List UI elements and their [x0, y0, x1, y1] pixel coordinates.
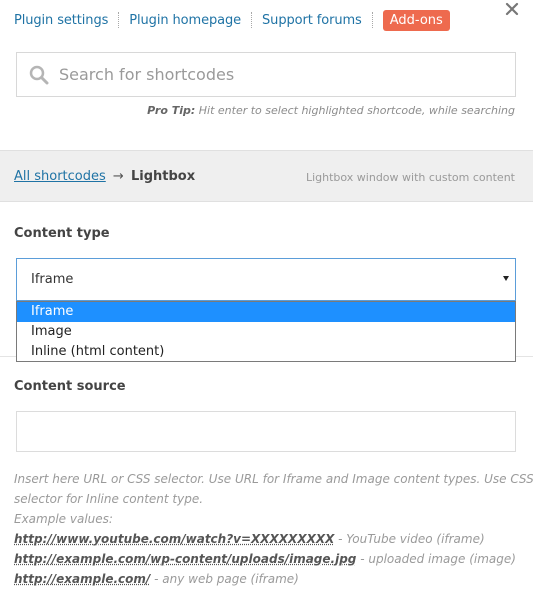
- content-type-value: Iframe: [31, 272, 74, 287]
- content-type-label: Content type: [14, 226, 110, 241]
- content-type-select[interactable]: Iframe: [16, 258, 516, 301]
- breadcrumb: All shortcodes → Lightbox: [14, 169, 195, 184]
- example-desc: - uploaded image (image): [356, 552, 516, 566]
- breadcrumb-current: Lightbox: [130, 169, 196, 184]
- example-desc: - YouTube video (iframe): [334, 532, 485, 546]
- dropdown-option-inline[interactable]: Inline (html content): [17, 342, 515, 362]
- pro-tip-text: Hit enter to select highlighted shortcod…: [195, 104, 515, 117]
- help-text-line: Insert here URL or CSS selector. Use URL…: [14, 472, 533, 486]
- example-url[interactable]: http://www.youtube.com/watch?v=XXXXXXXXX: [14, 532, 334, 546]
- support-forums-link[interactable]: Support forums: [262, 13, 362, 28]
- link-separator: [251, 12, 253, 28]
- pro-tip-label: Pro Tip:: [147, 104, 196, 117]
- example-url[interactable]: http://example.com/wp-content/uploads/im…: [14, 552, 356, 566]
- content-type-dropdown: Iframe Image Inline (html content): [16, 301, 516, 362]
- examples-label: Example values:: [14, 512, 113, 526]
- help-text-line: selector for Inline content type.: [14, 492, 204, 506]
- link-separator: [371, 12, 373, 28]
- shortcode-description: Lightbox window with custom content: [305, 171, 515, 184]
- example-url[interactable]: http://example.com/: [14, 572, 150, 586]
- plugin-settings-link[interactable]: Plugin settings: [14, 13, 108, 28]
- top-links: Plugin settings Plugin homepage Support …: [14, 8, 450, 32]
- breadcrumb-arrow: →: [112, 169, 124, 184]
- chevron-down-icon: [503, 276, 509, 281]
- example-item: http://example.com/wp-content/uploads/im…: [14, 549, 519, 569]
- dropdown-option-iframe[interactable]: Iframe: [17, 302, 515, 322]
- content-source-label: Content source: [14, 379, 126, 394]
- plugin-homepage-link[interactable]: Plugin homepage: [129, 13, 241, 28]
- example-item: http://www.youtube.com/watch?v=XXXXXXXXX…: [14, 529, 519, 549]
- search-box: [16, 52, 516, 97]
- search-input[interactable]: [59, 53, 515, 96]
- all-shortcodes-link[interactable]: All shortcodes: [14, 169, 106, 184]
- close-icon[interactable]: [503, 0, 521, 18]
- link-separator: [118, 12, 120, 28]
- add-ons-button[interactable]: Add-ons: [382, 9, 450, 31]
- content-source-input[interactable]: [16, 411, 516, 452]
- dropdown-option-image[interactable]: Image: [17, 322, 515, 342]
- pro-tip: Pro Tip: Hit enter to select highlighted…: [147, 104, 515, 117]
- content-source-help: Insert here URL or CSS selector. Use URL…: [14, 469, 533, 589]
- example-desc: - any web page (iframe): [150, 572, 299, 586]
- breadcrumb-bar: All shortcodes → Lightbox Lightbox windo…: [0, 150, 533, 202]
- example-item: http://example.com/ - any web page (ifra…: [14, 569, 519, 589]
- search-icon: [29, 65, 49, 85]
